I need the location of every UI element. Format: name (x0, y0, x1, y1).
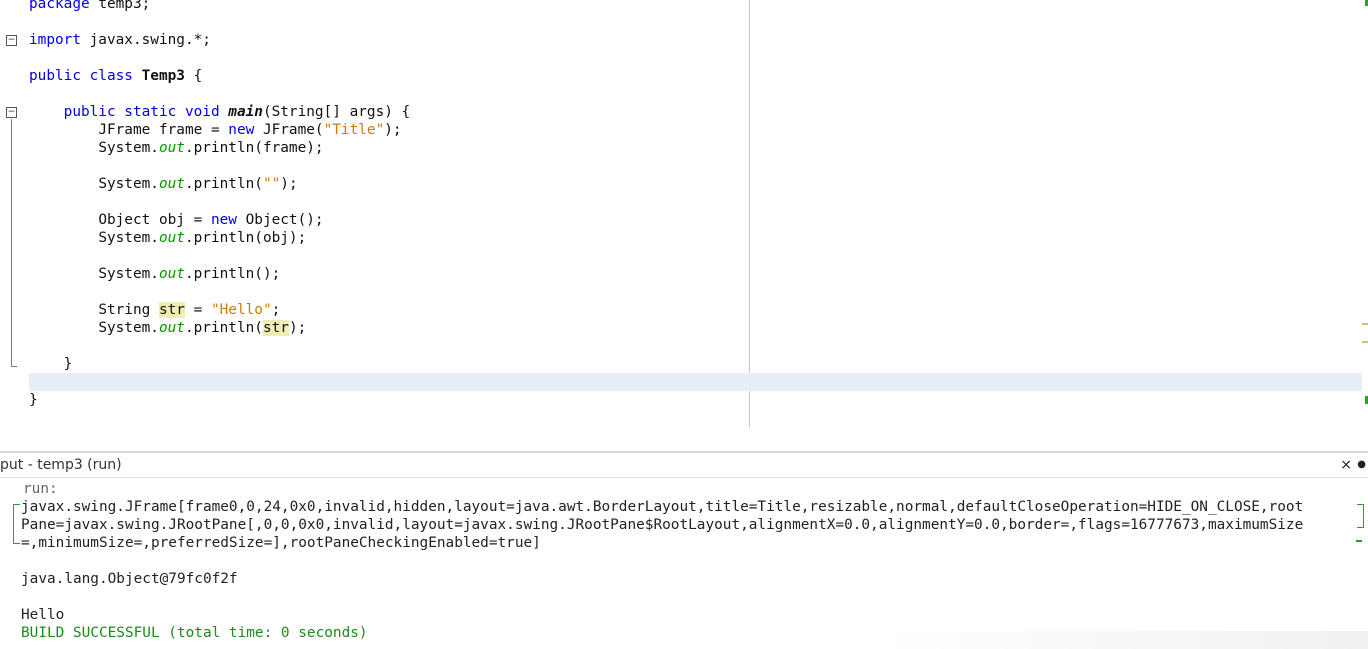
fold-collapse-icon[interactable]: − (6, 107, 17, 118)
right-margin-guide (749, 0, 750, 427)
code-line: import javax.swing.*; (29, 31, 211, 49)
output-tab-title[interactable]: put - temp3 (run) (0, 456, 122, 474)
code-text: .println( (184, 320, 263, 336)
code-line: Object obj = new Object(); (29, 211, 324, 229)
keyword: new (210, 212, 237, 228)
fold-collapse-icon[interactable]: − (6, 35, 17, 46)
string-literal: "Hello" (210, 302, 272, 318)
fold-end-marker (11, 366, 17, 367)
code-text: javax.swing.*; (80, 32, 211, 48)
occurrence-marker[interactable] (1362, 341, 1368, 343)
wrap-arrow-icon (1356, 540, 1362, 542)
fold-guide-line (11, 119, 12, 366)
code-text: ); (280, 176, 298, 192)
code-text: System. (98, 176, 159, 192)
keyword: import (29, 32, 81, 48)
occurrence-highlight: str (262, 320, 289, 336)
build-status-line: BUILD SUCCESSFUL (total time: 0 seconds) (21, 625, 368, 641)
occurrence-highlight: str (158, 302, 185, 318)
output-line: Pane=javax.swing.JRootPane[,0,0,0x0,inva… (21, 517, 1304, 533)
class-name: Temp3 (141, 68, 185, 84)
occurrence-marker[interactable] (1362, 323, 1368, 325)
method-name: main (228, 104, 263, 120)
code-text: JFrame frame = (98, 122, 229, 138)
bottom-shadow (888, 631, 1368, 649)
static-field: out (158, 176, 185, 192)
code-line: } (29, 355, 73, 373)
keyword: public class (29, 68, 133, 84)
keyword: package (29, 0, 90, 12)
tab-menu-icon[interactable]: ● (1357, 455, 1366, 475)
string-literal: "" (262, 176, 281, 192)
keyword: public static void (63, 104, 220, 120)
code-text: } (29, 392, 38, 408)
output-line: Hello (21, 607, 65, 623)
code-text: .println(frame); (184, 140, 324, 156)
output-line: run: (23, 481, 58, 497)
code-line: JFrame frame = new JFrame("Title"); (29, 121, 402, 139)
code-text: Object obj = (98, 212, 211, 228)
output-tab-bar: put - temp3 (run) × ● (0, 453, 1368, 478)
code-text: ); (384, 122, 402, 138)
code-text: .println(); (184, 266, 281, 282)
wrap-bracket-right (1357, 504, 1364, 528)
code-line: System.out.println(frame); (29, 139, 324, 157)
static-field: out (158, 320, 185, 336)
code-text: { (184, 68, 203, 84)
static-field: out (158, 266, 185, 282)
code-line: public static void main(String[] args) { (29, 103, 411, 121)
code-text: = (184, 302, 211, 318)
current-line-highlight (29, 373, 1362, 391)
code-line: System.out.println(""); (29, 175, 298, 193)
code-line: } (29, 391, 38, 409)
code-text: JFrame( (254, 122, 324, 138)
code-text: String (98, 302, 159, 318)
code-text: System. (98, 320, 159, 336)
code-text: ; (271, 302, 281, 318)
output-line: =,minimumSize=,preferredSize=],rootPaneC… (21, 535, 541, 551)
wrap-bracket-left (13, 504, 20, 544)
close-icon[interactable]: × (1340, 455, 1352, 475)
code-line: System.out.println(obj); (29, 229, 306, 247)
code-line: System.out.println(); (29, 265, 280, 283)
output-line: java.lang.Object@79fc0f2f (21, 571, 238, 587)
code-text: .println( (184, 176, 263, 192)
code-line: String str = "Hello"; (29, 301, 280, 319)
static-field: out (158, 230, 185, 246)
code-line: public class Temp3 { (29, 67, 202, 85)
code-line: System.out.println(str); (29, 319, 306, 337)
code-text: ); (288, 320, 307, 336)
code-text: System. (98, 140, 159, 156)
code-text: } (63, 356, 73, 372)
string-literal: "Title" (323, 122, 385, 138)
code-editor[interactable]: − − package temp3; import javax.swing.*;… (0, 0, 1368, 451)
output-line: javax.swing.JFrame[frame0,0,24,0x0,inval… (21, 499, 1304, 515)
code-line: package temp3; (29, 0, 150, 13)
code-text: System. (98, 266, 159, 282)
code-text: System. (98, 230, 159, 246)
keyword: new (228, 122, 255, 138)
code-text: temp3; (89, 0, 151, 12)
static-field: out (158, 140, 185, 156)
code-text: .println(obj); (184, 230, 307, 246)
code-text: Object(); (236, 212, 324, 228)
output-console[interactable]: run: javax.swing.JFrame[frame0,0,24,0x0,… (0, 478, 1368, 649)
code-text: (String[] args) { (262, 104, 411, 120)
